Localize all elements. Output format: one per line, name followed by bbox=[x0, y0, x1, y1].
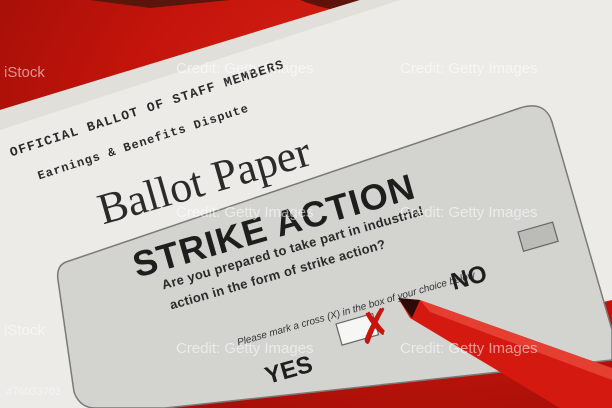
watermark-credit: Credit: Getty Images bbox=[400, 340, 538, 357]
watermark-credit: Credit: Getty Images bbox=[176, 340, 314, 357]
watermark-credit: Credit: Getty Images bbox=[176, 204, 314, 221]
stock-image-id: 476033703 bbox=[6, 386, 62, 398]
watermark-istock: iStock bbox=[4, 64, 45, 81]
photo-scene: OFFICIAL BALLOT OF STAFF MEMBERS Earning… bbox=[0, 0, 612, 408]
watermark-istock: iStock bbox=[4, 322, 45, 339]
watermark-credit: Credit: Getty Images bbox=[176, 60, 314, 77]
watermark-credit: Credit: Getty Images bbox=[400, 204, 538, 221]
watermark-credit: Credit: Getty Images bbox=[400, 60, 538, 77]
